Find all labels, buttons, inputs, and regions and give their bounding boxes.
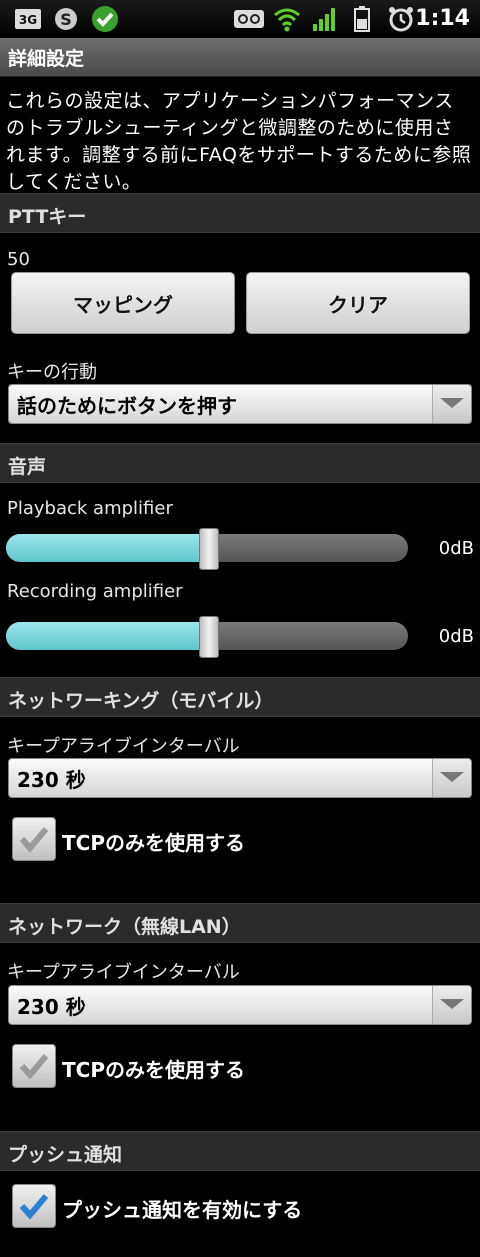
check-icon <box>19 1194 49 1220</box>
slider-fill <box>6 622 207 650</box>
wifi-icon <box>272 5 302 33</box>
mobile-tcp-checkbox[interactable] <box>12 817 56 861</box>
section-header-push: プッシュ通知 <box>0 1131 480 1171</box>
slider-fill <box>6 534 207 562</box>
dropdown-arrow-icon <box>432 385 471 423</box>
3g-icon: 3G <box>14 5 42 33</box>
status-bar: 3G S 1:14 <box>0 0 480 38</box>
clear-button[interactable]: クリア <box>246 272 470 334</box>
mobile-tcp-label: TCPのみを使用する <box>62 831 245 855</box>
check-icon <box>19 1054 49 1080</box>
wifi-keepalive-spinner[interactable]: 230 秒 <box>8 985 472 1025</box>
signal-icon <box>310 5 340 33</box>
voicemail-icon <box>232 5 266 33</box>
alarm-icon <box>386 5 416 33</box>
section-title: ネットワーク（無線LAN） <box>8 916 241 938</box>
mobile-keepalive-value: 230 秒 <box>17 768 86 792</box>
key-action-value: 話のためにボタンを押す <box>17 394 237 418</box>
wifi-tcp-checkbox[interactable] <box>12 1044 56 1088</box>
key-action-spinner[interactable]: 話のためにボタンを押す <box>8 384 472 424</box>
section-title: ネットワーキング（モバイル） <box>8 690 274 712</box>
key-action-label: キーの行動 <box>7 362 97 383</box>
description-text: これらの設定は、アプリケーションパフォーマンスのトラブルシューティングと微調整の… <box>6 90 472 193</box>
mobile-keepalive-label: キープアライブインターバル <box>7 736 240 757</box>
page-title: 詳細設定 <box>8 48 85 70</box>
section-title: PTTキー <box>8 206 87 228</box>
push-enable-label: プッシュ通知を有効にする <box>62 1198 303 1222</box>
playback-amplifier-label: Playback amplifier <box>7 498 173 519</box>
clock: 1:14 <box>415 6 470 31</box>
ptt-key-value: 50 <box>7 249 30 270</box>
recording-amplifier-value: 0dB <box>438 626 474 647</box>
playback-amplifier-value: 0dB <box>438 538 474 559</box>
wifi-keepalive-value: 230 秒 <box>17 995 86 1019</box>
slider-thumb[interactable] <box>199 616 219 658</box>
svg-text:S: S <box>60 10 72 29</box>
wifi-keepalive-label: キープアライブインターバル <box>7 962 240 983</box>
check-icon <box>19 827 49 853</box>
network-badge: 3G <box>19 13 37 27</box>
section-title: プッシュ通知 <box>8 1144 123 1166</box>
mapping-button[interactable]: マッピング <box>11 272 235 334</box>
section-header-wifi: ネットワーク（無線LAN） <box>0 903 480 943</box>
skype-icon: S <box>52 5 80 33</box>
dropdown-arrow-icon <box>432 986 471 1024</box>
section-header-audio: 音声 <box>0 443 480 483</box>
recording-amplifier-label: Recording amplifier <box>7 581 183 602</box>
section-title: 音声 <box>8 456 47 478</box>
title-bar: 詳細設定 <box>0 38 480 77</box>
push-enable-checkbox[interactable] <box>12 1184 56 1228</box>
battery-icon <box>352 5 372 33</box>
section-header-ptt: PTTキー <box>0 193 480 233</box>
check-circle-icon <box>90 5 120 33</box>
slider-thumb[interactable] <box>199 528 219 570</box>
wifi-tcp-label: TCPのみを使用する <box>62 1058 245 1082</box>
dropdown-arrow-icon <box>432 759 471 797</box>
section-header-mobile: ネットワーキング（モバイル） <box>0 677 480 717</box>
mobile-keepalive-spinner[interactable]: 230 秒 <box>8 758 472 798</box>
